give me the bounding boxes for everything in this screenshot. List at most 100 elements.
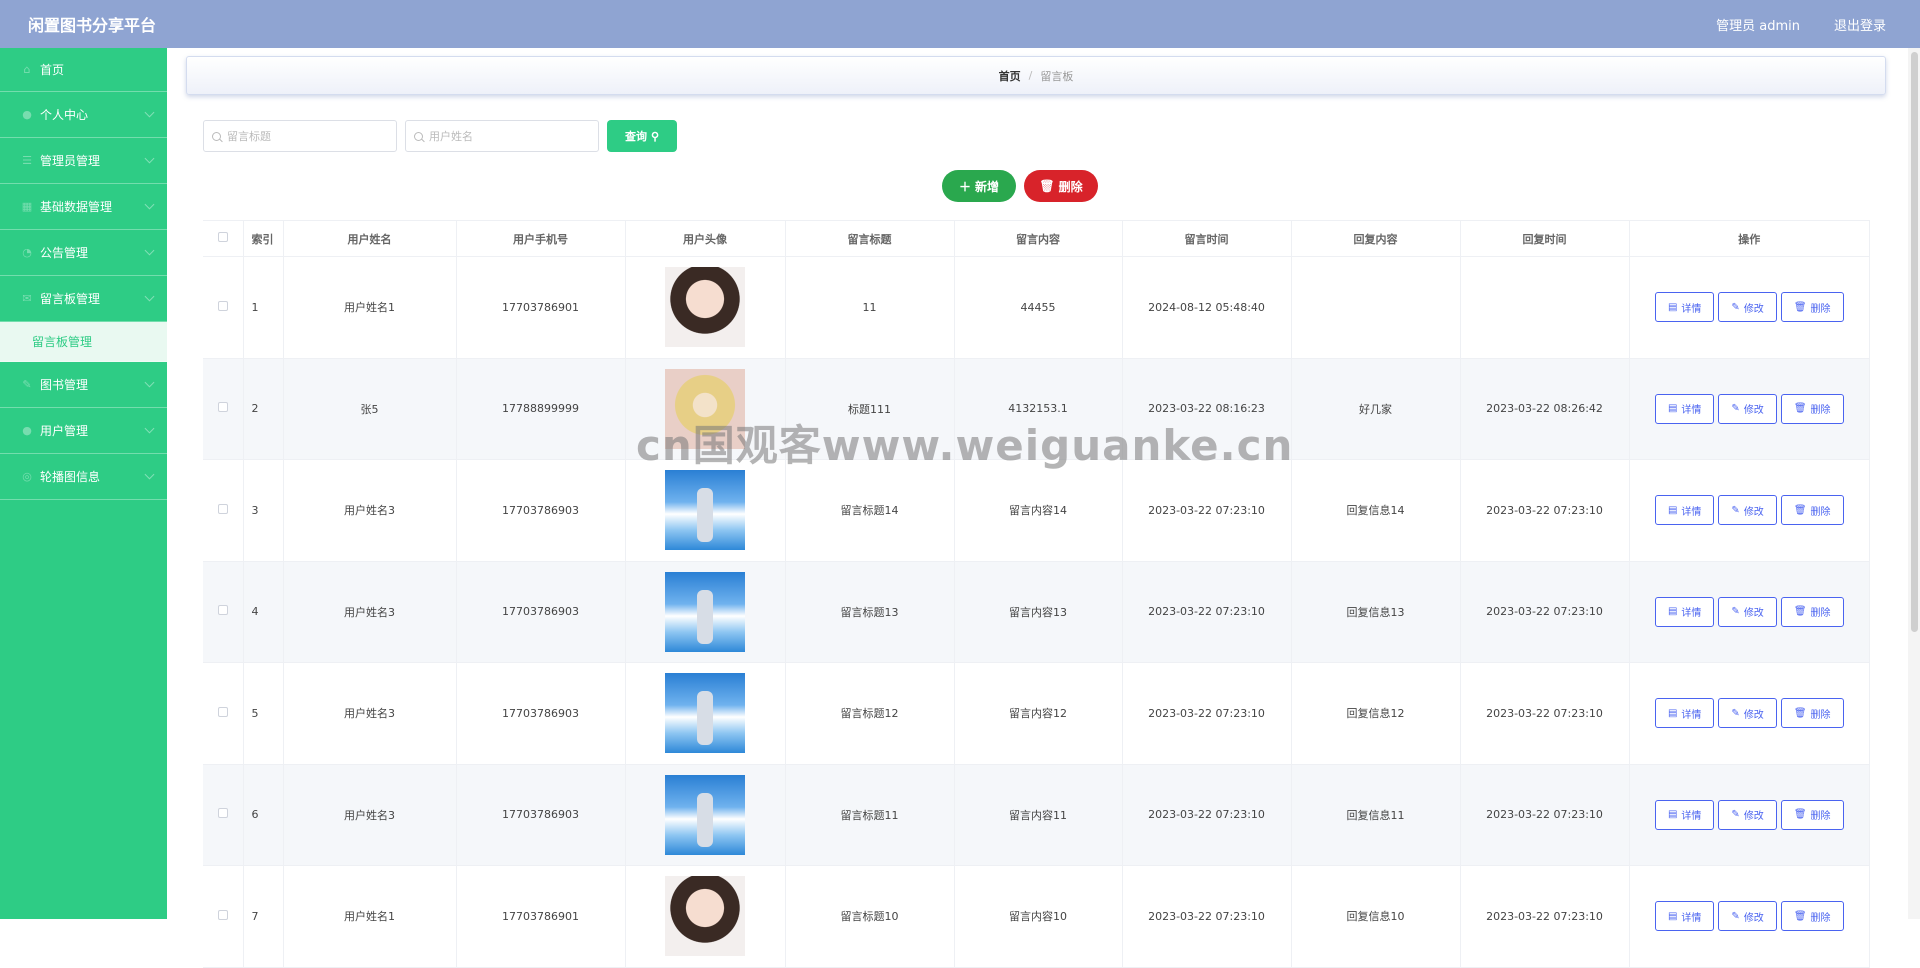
chevron-up-icon	[144, 291, 155, 302]
cell-reply-time	[1460, 256, 1630, 359]
cell-actions: ▤ 详情 ✎ 修改 🗑 删除	[1629, 459, 1870, 562]
sidebar-item-message-board[interactable]: ✉ 留言板管理	[0, 276, 167, 322]
bell-icon: ◔	[22, 246, 32, 259]
cell-time: 2023-03-22 07:23:10	[1122, 459, 1292, 562]
breadcrumb: 首页 / 留言板	[186, 56, 1886, 95]
table-row: 4 用户姓名3 17703786903 留言标题13 留言内容13 2023-03-22 …	[203, 561, 1870, 663]
search-icon: ⚲	[650, 130, 660, 143]
breadcrumb-separator: /	[1028, 69, 1033, 82]
scrollbar-thumb[interactable]	[1911, 52, 1918, 632]
sidebar-item-users[interactable]: ● 用户管理	[0, 408, 167, 454]
cell-avatar	[625, 459, 786, 562]
cell-reply: 回复信息12	[1291, 662, 1461, 765]
detail-label: 详情	[1681, 912, 1702, 924]
column-header-avatar: 用户头像	[625, 220, 786, 257]
edit-button[interactable]: ✎ 修改	[1718, 292, 1777, 323]
cell-phone: 17703786903	[456, 662, 626, 765]
sidebar-item-label: 轮播图信息	[40, 470, 101, 484]
detail-button[interactable]: ▤ 详情	[1654, 698, 1715, 729]
detail-button[interactable]: ▤ 详情	[1654, 292, 1715, 323]
cell-index: 2	[243, 358, 284, 460]
edit-button[interactable]: ✎ 修改	[1718, 393, 1777, 424]
batch-delete-button[interactable]: 🗑 删除	[1024, 170, 1098, 202]
detail-button[interactable]: ▤ 详情	[1654, 393, 1715, 424]
detail-button[interactable]: ▤ 详情	[1654, 901, 1715, 932]
delete-button[interactable]: 🗑 删除	[1780, 596, 1844, 627]
add-button[interactable]: ＋ 新增	[942, 170, 1016, 202]
query-label: 查询	[624, 131, 647, 143]
column-header-phone: 用户手机号	[456, 220, 626, 257]
delete-button[interactable]: 🗑 删除	[1780, 393, 1844, 424]
cell-actions: ▤ 详情 ✎ 修改 🗑 删除	[1629, 256, 1870, 359]
delete-button[interactable]: 🗑 删除	[1780, 799, 1844, 830]
delete-button[interactable]: 🗑 删除	[1780, 698, 1844, 729]
sidebar-item-announcements[interactable]: ◔ 公告管理	[0, 230, 167, 276]
row-checkbox[interactable]	[203, 256, 244, 359]
sidebar-item-books[interactable]: ✎ 图书管理	[0, 362, 167, 408]
cell-content: 留言内容12	[954, 662, 1123, 765]
sidebar-item-label: 个人中心	[40, 108, 89, 122]
cell-name: 用户姓名1	[283, 256, 457, 359]
row-checkbox[interactable]	[203, 865, 244, 968]
sidebar: ⌂ 首页 ● 个人中心 ☰ 管理员管理 ▦ 基础数据管理 ◔ 公告管理 ✉ 留言…	[0, 48, 167, 919]
detail-button[interactable]: ▤ 详情	[1654, 596, 1715, 627]
cell-time: 2023-03-22 07:23:10	[1122, 764, 1292, 866]
cell-index: 6	[243, 764, 284, 866]
sidebar-item-label: 留言板管理	[40, 292, 101, 306]
column-header-title: 留言标题	[785, 220, 955, 257]
sidebar-item-personal-center[interactable]: ● 个人中心	[0, 92, 167, 138]
sidebar-item-home[interactable]: ⌂ 首页	[0, 48, 167, 92]
edit-label: 修改	[1743, 608, 1764, 620]
edit-button[interactable]: ✎ 修改	[1718, 596, 1777, 627]
row-checkbox[interactable]	[203, 358, 244, 460]
delete-label: 删除	[1810, 709, 1831, 721]
row-checkbox[interactable]	[203, 662, 244, 765]
delete-button[interactable]: 🗑 删除	[1780, 292, 1844, 323]
title-search-input[interactable]: 留言标题	[203, 120, 397, 152]
cell-phone: 17703786901	[456, 865, 626, 968]
title-search-placeholder: 留言标题	[227, 130, 271, 143]
sidebar-item-label: 公告管理	[40, 246, 89, 260]
cell-title: 留言标题12	[785, 662, 955, 765]
sidebar-item-carousel[interactable]: ◎ 轮播图信息	[0, 454, 167, 500]
breadcrumb-home[interactable]: 首页	[999, 68, 1021, 84]
cell-time: 2023-03-22 07:23:10	[1122, 662, 1292, 765]
detail-button[interactable]: ▤ 详情	[1654, 495, 1715, 526]
top-bar: 闲置图书分享平台 管理员 admin 退出登录	[0, 0, 1920, 48]
sidebar-item-label: 图书管理	[40, 378, 89, 392]
row-checkbox[interactable]	[203, 459, 244, 562]
table-row: 2 张5 17788899999 标题111 4132153.1 2023-03-22 0…	[203, 358, 1870, 460]
admin-label[interactable]: 管理员 admin	[1716, 15, 1800, 34]
book-icon: ✎	[22, 378, 32, 391]
edit-button[interactable]: ✎ 修改	[1718, 799, 1777, 830]
sidebar-item-base-data[interactable]: ▦ 基础数据管理	[0, 184, 167, 230]
edit-icon: ✎	[1731, 910, 1740, 922]
avatar	[665, 267, 745, 348]
cell-phone: 17788899999	[456, 358, 626, 460]
page-scrollbar[interactable]	[1908, 48, 1920, 919]
edit-icon: ✎	[1731, 403, 1740, 415]
row-checkbox[interactable]	[203, 561, 244, 663]
table-row: 6 用户姓名3 17703786903 留言标题11 留言内容11 2023-03-22 …	[203, 764, 1870, 866]
name-search-input[interactable]: 用户姓名	[405, 120, 599, 152]
row-checkbox[interactable]	[203, 764, 244, 866]
edit-button[interactable]: ✎ 修改	[1718, 901, 1777, 932]
select-all-checkbox[interactable]	[203, 220, 244, 257]
delete-button[interactable]: 🗑 删除	[1780, 901, 1844, 932]
edit-icon: ✎	[1731, 301, 1740, 313]
trash-icon: 🗑	[1793, 910, 1807, 922]
edit-button[interactable]: ✎ 修改	[1718, 495, 1777, 526]
query-button[interactable]: 查询 ⚲	[607, 120, 677, 152]
edit-button[interactable]: ✎ 修改	[1718, 698, 1777, 729]
column-header-actions: 操作	[1629, 220, 1870, 257]
breadcrumb-current: 留言板	[1040, 69, 1074, 83]
sidebar-subitem-message-board-management[interactable]: 留言板管理	[0, 322, 167, 362]
delete-button[interactable]: 🗑 删除	[1780, 495, 1844, 526]
sidebar-item-admin-management[interactable]: ☰ 管理员管理	[0, 138, 167, 184]
avatar	[665, 876, 745, 957]
detail-label: 详情	[1681, 506, 1702, 518]
detail-button[interactable]: ▤ 详情	[1654, 799, 1715, 830]
edit-label: 修改	[1743, 912, 1764, 924]
search-icon	[212, 131, 221, 141]
logout-link[interactable]: 退出登录	[1834, 15, 1886, 34]
